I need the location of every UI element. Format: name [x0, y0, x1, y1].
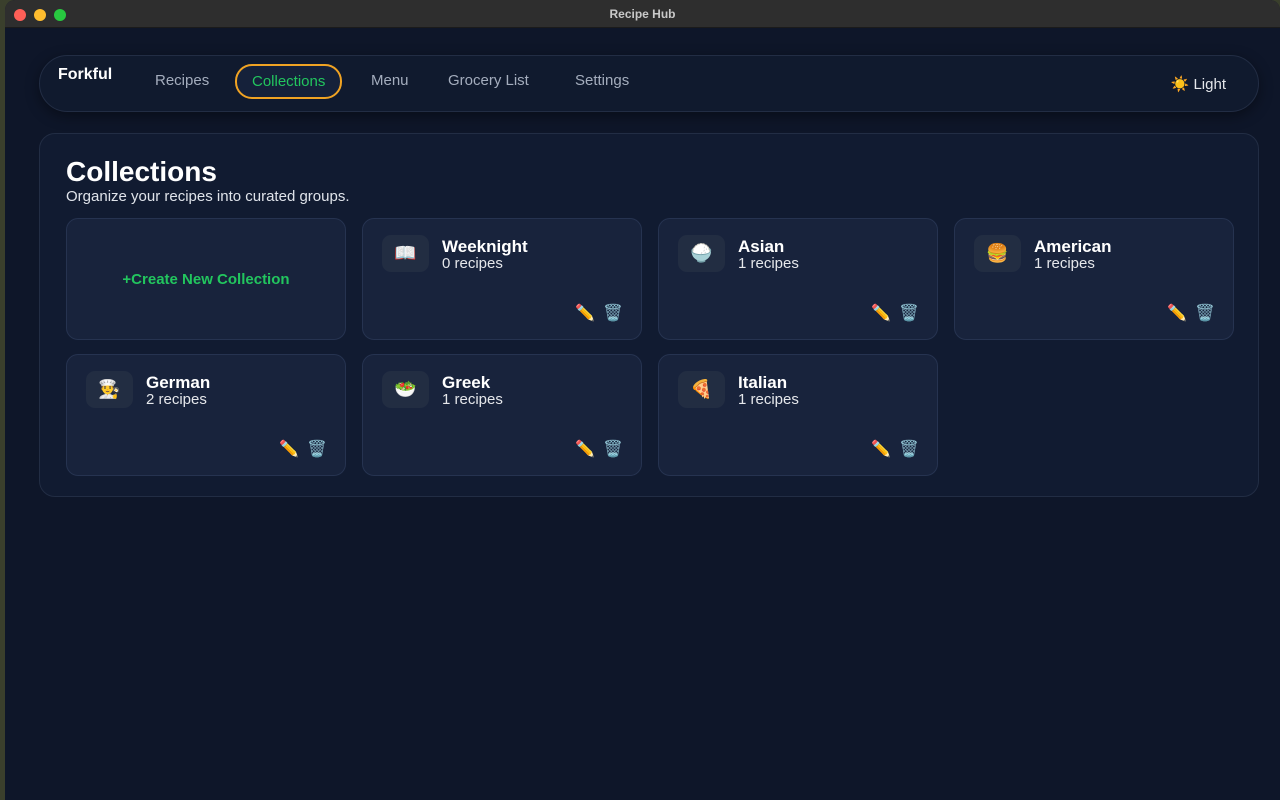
- edit-pencil-icon[interactable]: ✏️: [575, 303, 595, 323]
- app-window: Recipe Hub Forkful Recipes Collections M…: [5, 0, 1280, 800]
- collection-count: 1 recipes: [1034, 255, 1095, 272]
- edit-pencil-icon[interactable]: ✏️: [1167, 303, 1187, 323]
- collection-count: 0 recipes: [442, 255, 503, 272]
- collection-card[interactable]: 🥗 Greek 1 recipes ✏️ 🗑️: [362, 354, 642, 476]
- page-subtitle: Organize your recipes into curated group…: [66, 188, 350, 205]
- window-title: Recipe Hub: [609, 7, 676, 21]
- delete-trash-icon[interactable]: 🗑️: [307, 439, 327, 459]
- title-bar: Recipe Hub: [5, 0, 1280, 28]
- delete-trash-icon[interactable]: 🗑️: [1195, 303, 1215, 323]
- page-title: Collections: [66, 156, 217, 187]
- top-nav: Forkful Recipes Collections Menu Grocery…: [39, 55, 1259, 112]
- delete-trash-icon[interactable]: 🗑️: [603, 303, 623, 323]
- nav-grocery-list[interactable]: Grocery List: [448, 72, 529, 89]
- collection-emoji-icon: 🍕: [678, 371, 725, 408]
- delete-trash-icon[interactable]: 🗑️: [899, 303, 919, 323]
- collection-card[interactable]: 👨‍🍳 German 2 recipes ✏️ 🗑️: [66, 354, 346, 476]
- nav-recipes[interactable]: Recipes: [155, 72, 209, 89]
- collection-card[interactable]: 🍚 Asian 1 recipes ✏️ 🗑️: [658, 218, 938, 340]
- edit-pencil-icon[interactable]: ✏️: [871, 439, 891, 459]
- collection-emoji-icon: 🥗: [382, 371, 429, 408]
- collection-emoji-icon: 📖: [382, 235, 429, 272]
- nav-settings[interactable]: Settings: [575, 72, 629, 89]
- collection-count: 1 recipes: [738, 255, 799, 272]
- delete-trash-icon[interactable]: 🗑️: [899, 439, 919, 459]
- delete-trash-icon[interactable]: 🗑️: [603, 439, 623, 459]
- edit-pencil-icon[interactable]: ✏️: [871, 303, 891, 323]
- collection-card[interactable]: 🍔 American 1 recipes ✏️ 🗑️: [954, 218, 1234, 340]
- collection-name: Italian: [738, 373, 788, 392]
- collection-name: American: [1034, 237, 1112, 256]
- collection-count: 1 recipes: [738, 391, 799, 408]
- create-collection-button[interactable]: +Create New Collection: [66, 218, 346, 340]
- sun-icon: ☀️: [1170, 76, 1190, 93]
- collection-count: 1 recipes: [442, 391, 503, 408]
- collection-count: 2 recipes: [146, 391, 207, 408]
- collection-card[interactable]: 🍕 Italian 1 recipes ✏️ 🗑️: [658, 354, 938, 476]
- theme-toggle[interactable]: ☀️ Light: [1171, 75, 1226, 93]
- brand-logo[interactable]: Forkful: [58, 66, 112, 84]
- collection-name: German: [146, 373, 211, 392]
- nav-menu[interactable]: Menu: [371, 72, 409, 89]
- theme-label: Light: [1193, 76, 1226, 93]
- collections-panel: Collections Organize your recipes into c…: [39, 133, 1259, 497]
- edit-pencil-icon[interactable]: ✏️: [279, 439, 299, 459]
- collection-name: Asian: [738, 237, 785, 256]
- collection-name: Weeknight: [442, 237, 528, 256]
- collection-name: Greek: [442, 373, 491, 392]
- collection-card[interactable]: 📖 Weeknight 0 recipes ✏️ 🗑️: [362, 218, 642, 340]
- edit-pencil-icon[interactable]: ✏️: [575, 439, 595, 459]
- collection-emoji-icon: 🍔: [974, 235, 1021, 272]
- collection-emoji-icon: 🍚: [678, 235, 725, 272]
- nav-collections[interactable]: Collections: [235, 64, 343, 99]
- collection-emoji-icon: 👨‍🍳: [86, 371, 133, 408]
